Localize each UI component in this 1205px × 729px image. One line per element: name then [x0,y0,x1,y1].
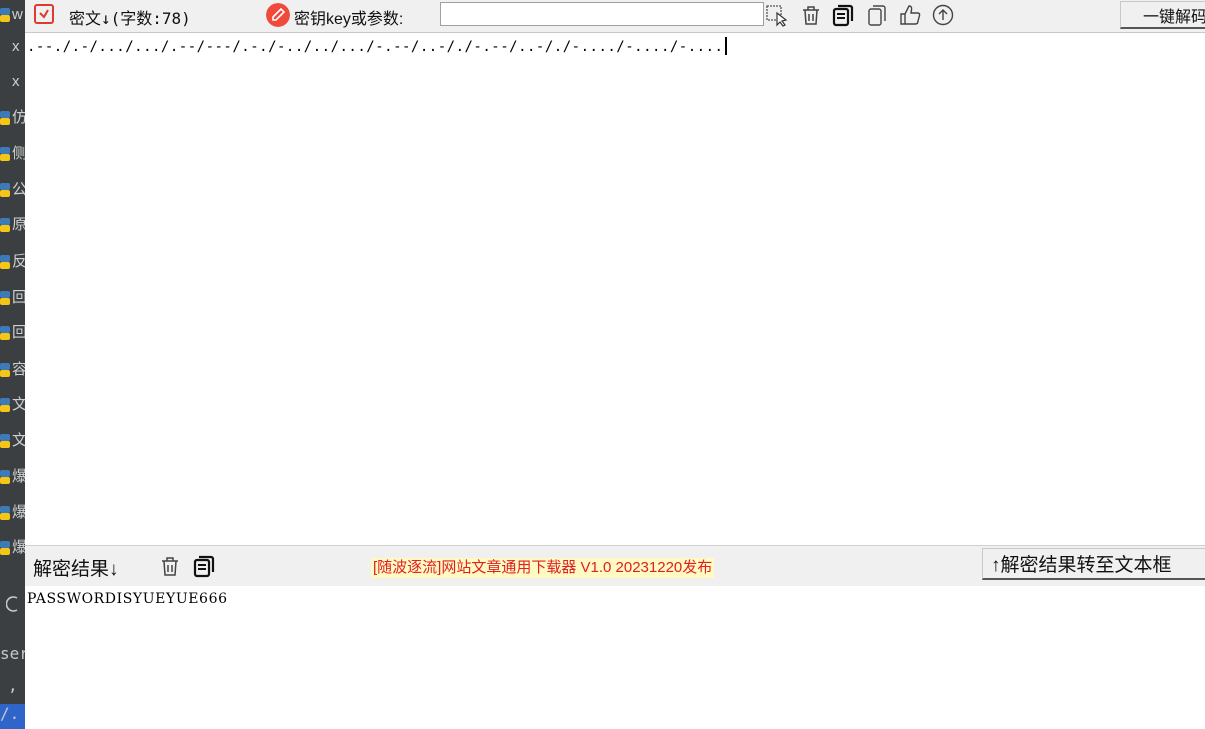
list-item[interactable]: 公 [0,175,25,205]
one-click-decode-button[interactable]: 一键解码 [1120,1,1205,29]
background-window-strip: w x x 仿 侧 公 原 反 回 回 容 文 文 爆 爆 爆 ser , /. [0,0,25,729]
paste-icon [868,5,886,26]
promo-link[interactable]: [随波逐流]网站文章通用下载器 V1.0 20231220发布 [371,558,715,578]
copy-icon [193,555,215,578]
list-item[interactable]: 原 [0,210,25,240]
python-file-icon [0,8,10,22]
decrypt-result-content: PASSWORDISYUEYUE666 [27,591,228,607]
python-file-icon [0,506,10,520]
ciphertext-area[interactable]: .--./.-/.../.../.--/---/.-./-../../.../-… [25,33,1205,544]
python-file-icon [0,326,10,340]
list-item[interactable]: x [0,32,25,62]
copy-icon [832,4,854,27]
clear-result-button[interactable] [158,554,182,578]
python-file-icon [0,255,10,269]
import-file-icon[interactable] [34,4,54,24]
trash-icon [803,6,819,25]
arrow-up-icon [932,4,954,26]
python-file-icon [0,398,10,412]
copy-cipher-button[interactable] [831,3,855,27]
python-file-icon [0,541,10,555]
like-button[interactable] [898,3,922,27]
select-icon [766,5,788,27]
python-file-icon [0,434,10,448]
ciphertext-label: 密文↓(字数:78) [69,9,191,28]
key-input[interactable] [440,2,764,26]
result-toolbar: 解密结果↓ [随波逐流]网站文章通用下载器 V1.0 20231220发布 ↑解… [25,545,1205,586]
scroll-top-button[interactable] [931,3,955,27]
loading-arc-icon [6,596,18,612]
list-item[interactable]: 侧 [0,139,25,169]
ciphertext-content: .--./.-/.../.../.--/---/.-./-../../.../-… [27,37,728,55]
trash-icon [162,557,178,576]
list-item[interactable]: 仿 [0,103,25,133]
python-file-icon [0,291,10,305]
python-file-icon [0,183,10,197]
python-file-icon [0,111,10,125]
terminal-text: , [8,676,18,695]
terminal-text: ser [0,644,25,663]
key-label: 密钥key或参数: [294,11,404,28]
thumbs-up-icon [900,5,921,25]
decrypt-result-area[interactable]: PASSWORDISYUEYUE666 [25,586,1205,729]
key-pencil-icon[interactable] [266,3,290,27]
clear-cipher-button[interactable] [799,3,823,27]
python-file-icon [0,363,10,377]
python-file-icon [0,147,10,161]
paste-button[interactable] [865,3,889,27]
top-toolbar: 密文↓(字数:78) 密钥key或参数: 一键解码 [25,0,1205,33]
list-item[interactable]: 爆 [0,462,25,492]
result-to-textbox-button[interactable]: ↑解密结果转至文本框 [982,548,1205,580]
list-item[interactable]: 回 [0,283,25,313]
list-item[interactable]: x [0,67,25,97]
copy-result-button[interactable] [192,554,216,578]
select-button[interactable] [765,3,789,27]
list-item[interactable]: 反 [0,247,25,277]
python-file-icon [0,470,10,484]
terminal-text: /. [0,704,25,729]
decrypt-result-label: 解密结果↓ [33,559,119,580]
list-item[interactable]: w [0,0,25,30]
list-item[interactable]: 容 [0,355,25,385]
list-item[interactable]: 回 [0,318,25,348]
list-item[interactable]: 文 [0,390,25,420]
python-file-icon [0,218,10,232]
text-caret [725,37,728,55]
list-item[interactable]: 爆 [0,498,25,528]
list-item[interactable]: 文 [0,426,25,456]
list-item[interactable]: 爆 [0,533,25,563]
